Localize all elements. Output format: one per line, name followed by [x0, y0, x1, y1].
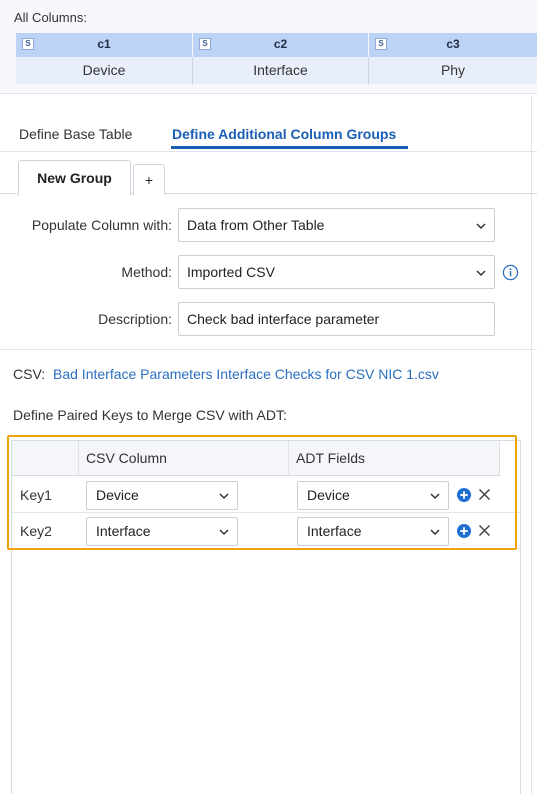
column-header-c2[interactable]: S c2	[193, 33, 368, 57]
paired-keys-title: Define Paired Keys to Merge CSV with ADT…	[13, 407, 287, 423]
method-select[interactable]: Imported CSV	[178, 255, 495, 289]
column-name: c1	[97, 37, 111, 51]
method-row: Method: Imported CSV	[0, 255, 537, 289]
column-value-c1: Device	[16, 57, 193, 84]
panel-border	[531, 95, 532, 794]
description-label: Description:	[98, 311, 172, 327]
info-icon[interactable]	[502, 264, 519, 281]
table-row: Key1 Device Device	[12, 477, 520, 513]
all-columns-panel: All Columns: S c1 S c2 S c3 Device Inter…	[0, 0, 537, 94]
column-header-c3[interactable]: S c3	[369, 33, 537, 57]
close-icon[interactable]	[478, 488, 491, 501]
populate-label: Populate Column with:	[31, 217, 172, 233]
add-icon[interactable]	[457, 488, 471, 502]
column-separator	[499, 441, 500, 476]
column-name: c3	[446, 37, 460, 51]
csv-label: CSV:	[13, 366, 46, 382]
key-label: Key2	[20, 523, 52, 539]
populate-select[interactable]: Data from Other Table	[178, 208, 495, 242]
chevron-down-icon	[430, 493, 440, 500]
close-icon[interactable]	[478, 524, 491, 537]
add-icon[interactable]	[457, 524, 471, 538]
chevron-down-icon	[476, 270, 486, 277]
chevron-down-icon	[219, 529, 229, 536]
csv-column-value: Interface	[96, 523, 151, 539]
csv-column-header: CSV Column	[86, 450, 167, 466]
csv-file-link[interactable]: Bad Interface Parameters Interface Check…	[53, 366, 439, 382]
adt-fields-header: ADT Fields	[296, 450, 365, 466]
csv-column-select[interactable]: Device	[86, 481, 238, 510]
adt-field-select[interactable]: Device	[297, 481, 449, 510]
column-separator	[78, 441, 79, 476]
adt-field-select[interactable]: Interface	[297, 517, 449, 546]
csv-column-value: Device	[96, 487, 139, 503]
description-row: Description: Check bad interface paramet…	[0, 302, 537, 336]
table-row: Key2 Interface Interface	[12, 513, 520, 549]
add-group-button[interactable]: +	[133, 164, 165, 195]
column-value-c3: Phy	[369, 57, 537, 84]
tab-define-base-table[interactable]: Define Base Table	[19, 126, 132, 142]
group-tab-bar: New Group +	[0, 152, 537, 196]
method-label: Method:	[121, 264, 172, 280]
tab-define-additional-column-groups[interactable]: Define Additional Column Groups	[172, 126, 396, 142]
chevron-down-icon	[476, 223, 486, 230]
adt-field-value: Device	[307, 487, 350, 503]
csv-row: CSV: Bad Interface Parameters Interface …	[13, 366, 439, 382]
populate-row: Populate Column with: Data from Other Ta…	[0, 208, 537, 242]
populate-value: Data from Other Table	[187, 217, 325, 233]
chevron-down-icon	[219, 493, 229, 500]
adt-field-value: Interface	[307, 523, 362, 539]
tab-new-group[interactable]: New Group	[18, 160, 131, 196]
section-divider	[0, 349, 537, 350]
method-value: Imported CSV	[187, 264, 275, 280]
column-header-c1[interactable]: S c1	[16, 33, 192, 57]
column-value-c2: Interface	[193, 57, 369, 84]
grid-header: CSV Column ADT Fields	[12, 441, 500, 476]
key-label: Key1	[20, 487, 52, 503]
description-input[interactable]: Check bad interface parameter	[178, 302, 495, 336]
column-separator	[288, 441, 289, 476]
csv-column-select[interactable]: Interface	[86, 517, 238, 546]
column-name: c2	[273, 37, 288, 51]
all-columns-title: All Columns:	[14, 10, 87, 25]
chevron-down-icon	[430, 529, 440, 536]
active-tab-indicator	[171, 146, 408, 149]
